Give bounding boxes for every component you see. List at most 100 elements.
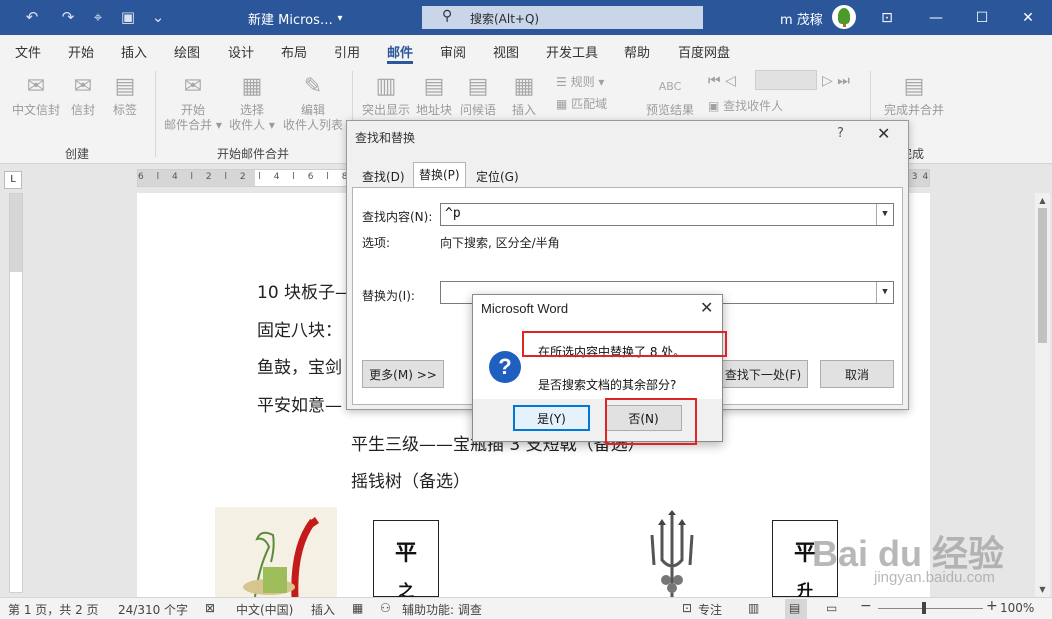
save-icon[interactable]: ▣ — [116, 6, 140, 28]
focus-icon: ⊡ — [682, 601, 693, 615]
highlight-box-no-button — [605, 398, 697, 445]
address-block-button[interactable]: ▤ 地址块 — [412, 73, 456, 118]
match-fields-button[interactable]: ▦ 匹配域 — [556, 95, 607, 112]
previous-record-icon[interactable]: ◁ — [725, 73, 736, 89]
customize-toolbar-icon[interactable]: ⌄ — [146, 6, 170, 28]
zoom-slider-thumb[interactable] — [922, 602, 926, 614]
greeting-line-button[interactable]: ▤ 问候语 — [456, 73, 500, 118]
tab-design[interactable]: 设计 — [228, 42, 254, 61]
document-title[interactable]: 新建 Micros… — [248, 9, 333, 28]
macro-icon[interactable]: ▦ — [352, 601, 363, 615]
redo-icon[interactable]: ↷ — [56, 6, 80, 28]
message-close-button[interactable]: ✕ — [700, 298, 713, 317]
paper-slip-image[interactable]: 平 之 — [373, 520, 439, 600]
highlight-merge-fields-button[interactable]: ▥ 突出显示 — [360, 73, 412, 118]
print-layout-icon[interactable]: ▤ — [789, 601, 800, 615]
finish-and-merge-button[interactable]: ▤ 完成并合并 — [878, 73, 950, 118]
more-button[interactable]: 更多(M) >> — [362, 360, 444, 388]
scroll-up-icon[interactable]: ▲ — [1035, 193, 1050, 208]
undo-icon[interactable]: ↶ — [20, 6, 44, 28]
select-recipients-button[interactable]: ▦ 选择 收件人 ▾ — [224, 73, 280, 133]
insert-mode[interactable]: 插入 — [311, 601, 335, 618]
dialog-close-button[interactable]: ✕ — [877, 124, 890, 143]
read-mode-icon[interactable]: ▥ — [748, 601, 759, 615]
match-fields-icon: ▦ — [556, 97, 572, 111]
scrollbar-thumb[interactable] — [1038, 208, 1047, 343]
focus-mode[interactable]: 专注 — [698, 601, 722, 618]
find-what-value: ^p — [445, 206, 461, 221]
tab-draw[interactable]: 绘图 — [174, 42, 200, 61]
zoom-slider[interactable] — [878, 608, 983, 609]
word-count[interactable]: 24/310 个字 — [118, 601, 188, 618]
edit-recipient-list-button[interactable]: ✎ 编辑 收件人列表 — [280, 73, 346, 133]
page-count[interactable]: 第 1 页，共 2 页 — [8, 601, 99, 618]
options-value: 向下搜索, 区分全/半角 — [440, 236, 560, 250]
record-navigation[interactable]: ⏮ ◁ — [708, 73, 736, 89]
rules-icon: ☰ — [556, 75, 571, 89]
chevron-down-icon[interactable]: ▼ — [876, 204, 893, 225]
tab-insert[interactable]: 插入 — [121, 42, 147, 61]
first-record-icon[interactable]: ⏮ — [708, 73, 721, 89]
tab-selector[interactable]: L — [4, 171, 22, 189]
find-recipient-button[interactable]: ▣ 查找收件人 — [708, 97, 783, 114]
find-what-input[interactable]: ^p ▼ — [440, 203, 894, 226]
trident-image[interactable] — [632, 510, 712, 597]
avatar[interactable] — [832, 5, 856, 29]
web-layout-icon[interactable]: ▭ — [826, 601, 837, 615]
chinese-envelope-button[interactable]: ✉ 中文信封 — [8, 73, 64, 118]
vertical-ruler[interactable] — [9, 193, 23, 593]
tab-references[interactable]: 引用 — [334, 42, 360, 61]
restore-button[interactable]: ☐ — [959, 0, 1005, 35]
document-line: 平安如意— — [257, 396, 342, 416]
user-name[interactable]: m 茂稼 — [780, 9, 823, 28]
zoom-out-button[interactable]: − — [860, 598, 872, 614]
edit-list-icon: ✎ — [303, 74, 323, 99]
language[interactable]: 中文(中国) — [236, 601, 293, 618]
tab-view[interactable]: 视图 — [493, 42, 519, 61]
rules-button[interactable]: ☰ 规则 ▾ — [556, 73, 604, 90]
last-record-icon[interactable]: ⏭ — [837, 73, 850, 89]
yes-button[interactable]: 是(Y) — [513, 405, 590, 431]
touch-mode-icon[interactable]: ⌖ — [86, 6, 110, 28]
money-tree-illustration — [243, 517, 319, 598]
tab-layout[interactable]: 布局 — [281, 42, 307, 61]
insert-merge-field-button[interactable]: ▦ 插入 — [504, 73, 544, 118]
next-record-icon[interactable]: ▷ — [822, 73, 833, 89]
money-tree-image[interactable] — [215, 507, 337, 598]
tab-baidu-netdisk[interactable]: 百度网盘 — [678, 42, 730, 61]
tab-goto[interactable]: 定位(G) — [471, 165, 524, 187]
envelope-button[interactable]: ✉ 信封 — [66, 73, 100, 118]
cancel-button[interactable]: 取消 — [820, 360, 894, 388]
greeting-icon: ▤ — [467, 74, 489, 99]
preview-abc-icon: ABC — [658, 80, 682, 93]
record-navigation-forward[interactable]: ▷ ⏭ — [822, 73, 850, 89]
address-block-icon: ▤ — [423, 74, 445, 99]
tab-developer[interactable]: 开发工具 — [546, 42, 598, 61]
mail-merge-icon: ✉ — [183, 74, 203, 99]
tab-file[interactable]: 文件 — [15, 42, 41, 61]
start-mail-merge-button[interactable]: ✉ 开始 邮件合并 ▾ — [162, 73, 224, 133]
tab-mailings[interactable]: 邮件 — [387, 42, 413, 61]
zoom-in-button[interactable]: + — [986, 598, 998, 614]
labels-button[interactable]: ▤ 标签 — [108, 73, 142, 118]
zoom-level[interactable]: 100% — [1000, 601, 1034, 615]
preview-results-button[interactable]: ABC 预览结果 — [644, 73, 696, 118]
tab-home[interactable]: 开始 — [68, 42, 94, 61]
title-dropdown-icon[interactable]: ▾ — [328, 7, 352, 29]
find-next-button[interactable]: 查找下一处(F) — [718, 360, 808, 388]
tab-review[interactable]: 审阅 — [440, 42, 466, 61]
tab-replace[interactable]: 替换(P) — [413, 162, 466, 188]
close-button[interactable]: ✕ — [1005, 0, 1051, 35]
chevron-down-icon[interactable]: ▼ — [876, 282, 893, 303]
labels-icon: ▤ — [114, 74, 136, 99]
accessibility-status[interactable]: 辅助功能: 调查 — [402, 601, 482, 618]
ribbon-display-options-icon[interactable]: ⊡ — [864, 0, 910, 35]
proofing-icon[interactable]: ⊠ — [205, 601, 215, 615]
tab-help[interactable]: 帮助 — [624, 42, 650, 61]
finish-merge-icon: ▤ — [903, 74, 925, 99]
record-number-input[interactable] — [755, 70, 817, 90]
search-box[interactable]: ⚲ 搜索(Alt+Q) — [422, 6, 703, 29]
help-icon[interactable]: ? — [837, 126, 844, 141]
minimize-button[interactable]: — — [913, 0, 959, 35]
tab-find[interactable]: 查找(D) — [357, 165, 410, 187]
